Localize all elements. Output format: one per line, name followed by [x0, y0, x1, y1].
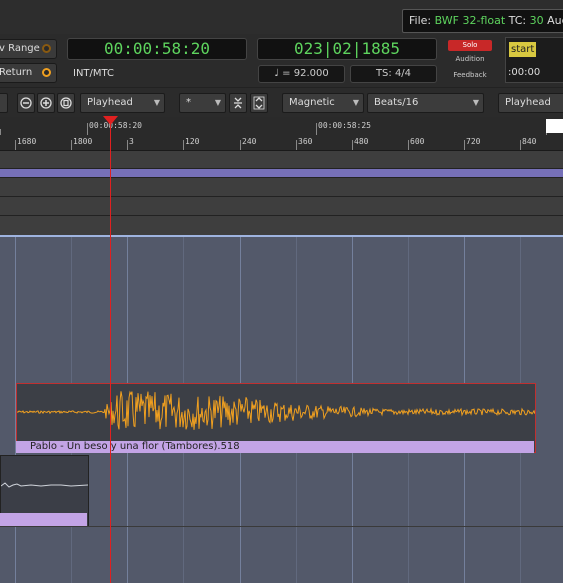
ruler-tick [183, 140, 184, 150]
mini-timeline[interactable]: start :00:00 [505, 37, 563, 83]
ruler-tick [520, 140, 521, 150]
time-signature-display[interactable]: TS: 4/4 [350, 65, 437, 83]
timecode-ruler[interactable]: 00:00:58:20 00:00:58:25 [0, 117, 563, 136]
waveform-2 [1, 482, 88, 488]
ruler-tick [296, 140, 297, 150]
feedback-indicator[interactable]: Feedback [448, 70, 492, 81]
region-name-bar[interactable]: Pablo - Un beso y una flor (Tambores).51… [16, 441, 534, 453]
snap-mode-dropdown[interactable]: Magnetic ▼ [282, 93, 364, 113]
file-label: File: [409, 14, 432, 27]
secondary-clock[interactable]: 023|02|1885 [257, 38, 437, 60]
tc-label: TC: [508, 14, 527, 27]
region-2-name-bar[interactable] [0, 513, 87, 526]
sample-label: 600 [410, 137, 425, 146]
expand-tracks-button[interactable] [250, 93, 268, 113]
follow-range-button[interactable]: v Range [0, 39, 57, 59]
visible-tracks-dropdown[interactable]: * ▼ [179, 93, 226, 113]
track-divider [0, 526, 563, 527]
ruler-tick [408, 140, 409, 150]
shrink-tracks-icon [234, 97, 242, 109]
samples-ruler[interactable]: 1680 1800 3 120 240 360 480 600 720 840 [0, 135, 563, 151]
zoom-in-button[interactable] [37, 93, 55, 113]
sample-label: 3 [129, 137, 134, 146]
tc-value: 30 [529, 14, 544, 27]
grid-type-dropdown[interactable]: Beats/16 ▼ [367, 93, 484, 113]
edit-point-dropdown[interactable]: Playhead [498, 93, 563, 113]
range-label: v Range [0, 43, 40, 54]
return-led-icon [42, 68, 51, 77]
ruler-tick [71, 140, 72, 150]
chevron-down-icon: ▼ [472, 98, 479, 107]
edit-point-value: Playhead [505, 97, 551, 108]
snap-mode-value: Magnetic [289, 97, 335, 108]
waveform [17, 390, 535, 430]
zoom-session-icon [60, 97, 72, 109]
ruler-tick [316, 123, 317, 135]
ruler-end-marker [546, 119, 563, 133]
sync-source-label: INT/MTC [73, 68, 115, 79]
zoom-in-icon [40, 97, 52, 109]
sample-label: 360 [298, 137, 313, 146]
transport-bar: v Range Return 00:00:58:20 INT/MTC 023|0… [0, 34, 563, 87]
visible-tracks-value: * [186, 97, 191, 108]
sample-label: 1680 [17, 137, 37, 146]
sample-label: 120 [185, 137, 200, 146]
zoom-out-icon [20, 97, 32, 109]
ruler-tick [352, 140, 353, 150]
file-format-info: File: BWF 32-float TC: 30 Audio [402, 9, 563, 33]
expand-tracks-icon [253, 96, 265, 110]
edit-toolbar: Playhead ▼ * ▼ Magnetic ▼ Beats/16 ▼ Pla… [0, 87, 563, 118]
cd-marker-lane[interactable] [0, 197, 563, 216]
grid-type-value: Beats/16 [374, 97, 419, 108]
sample-label: 1800 [73, 137, 93, 146]
ruler-tick [15, 140, 16, 150]
mini-timeline-time: :00:00 [508, 67, 541, 78]
sample-label: 240 [242, 137, 257, 146]
marker-lane[interactable] [0, 151, 563, 169]
playhead-line[interactable] [110, 122, 111, 583]
return-label: Return [0, 67, 33, 78]
ruler-tick [464, 140, 465, 150]
ruler-tick [87, 123, 88, 135]
zoom-focus-value: Playhead [87, 97, 133, 108]
chevron-down-icon: ▼ [352, 98, 359, 107]
start-marker[interactable]: start [509, 42, 536, 57]
auto-return-button[interactable]: Return [0, 63, 57, 83]
primary-clock[interactable]: 00:00:58:20 [67, 38, 247, 60]
range-led-icon [42, 44, 51, 53]
range-marker-lane[interactable] [0, 178, 563, 197]
cue-marker-lane[interactable] [0, 216, 563, 236]
solo-indicator[interactable]: Solo [448, 40, 492, 51]
sample-label: 480 [354, 137, 369, 146]
tempo-display[interactable]: ♩ = 92.000 [258, 65, 345, 83]
ruler-tick [127, 140, 128, 150]
sample-label: 840 [522, 137, 537, 146]
timecode-label-2: 00:00:58:25 [318, 121, 371, 130]
chevron-down-icon: ▼ [153, 98, 160, 107]
zoom-focus-dropdown[interactable]: Playhead ▼ [80, 93, 165, 113]
sample-label: 720 [466, 137, 481, 146]
shrink-tracks-button[interactable] [229, 93, 247, 113]
ruler-tick [240, 140, 241, 150]
chevron-down-icon: ▼ [214, 98, 221, 107]
zoom-out-button[interactable] [17, 93, 35, 113]
audio-label: Audio [547, 14, 563, 27]
file-format-value: BWF 32-float [434, 14, 506, 27]
toolbar-partial-button[interactable] [0, 93, 8, 113]
audition-indicator[interactable]: Audition [448, 54, 492, 65]
status-strip: File: BWF 32-float TC: 30 Audio [0, 0, 563, 34]
loop-range-lane[interactable] [0, 169, 563, 178]
playhead-marker-icon[interactable] [103, 116, 118, 125]
zoom-to-session-button[interactable] [57, 93, 75, 113]
